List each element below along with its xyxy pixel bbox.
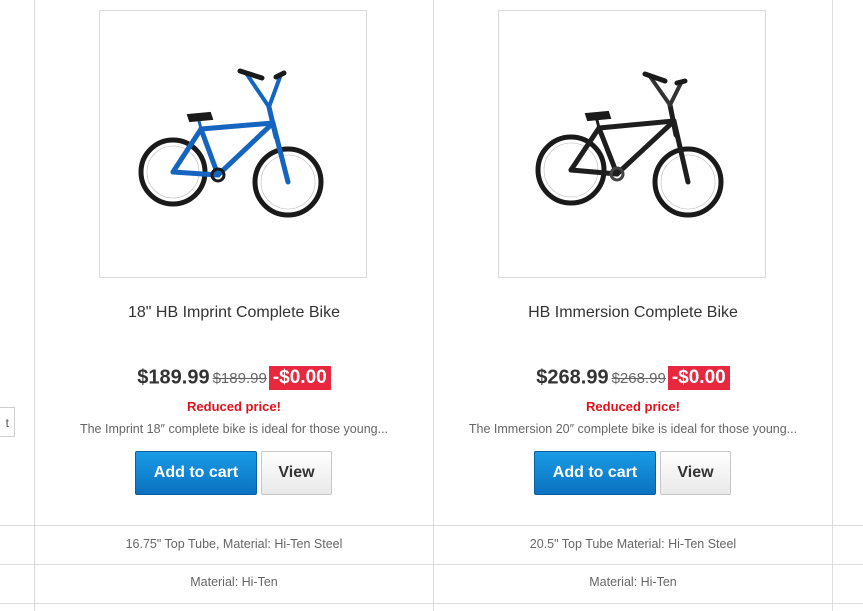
column-divider [832, 0, 833, 611]
view-button[interactable]: View [660, 451, 731, 495]
spec-top-tube: 20.5" Top Tube Material: Hi-Ten Steel [529, 537, 737, 551]
reduced-price-label: Reduced price! [586, 399, 680, 414]
product-price: $189.99 [137, 366, 210, 389]
row-divider [0, 603, 863, 604]
discount-badge: -$0.00 [667, 366, 730, 390]
product-price: $268.99 [536, 366, 609, 389]
old-price: $268.99 [611, 369, 666, 387]
price-row: $189.99 $189.99 -$0.00 [35, 366, 433, 392]
spec-top-tube: 16.75" Top Tube, Material: Hi-Ten Steel [125, 537, 343, 551]
bike-image [138, 68, 324, 218]
row-divider [0, 564, 863, 565]
spec-material: Material: Hi-Ten [589, 575, 677, 589]
product-description: The Imprint 18″ complete bike is ideal f… [79, 422, 389, 436]
old-price: $189.99 [212, 369, 267, 387]
row-divider [0, 525, 863, 526]
product-description: The Immersion 20″ complete bike is ideal… [468, 422, 798, 436]
spec-material: Material: Hi-Ten [190, 575, 278, 589]
side-button[interactable]: t [0, 407, 15, 437]
product-image[interactable] [99, 10, 367, 278]
reduced-price-label: Reduced price! [187, 399, 281, 414]
view-button[interactable]: View [261, 451, 332, 495]
add-to-cart-button[interactable]: Add to cart [534, 451, 656, 495]
discount-badge: -$0.00 [268, 366, 331, 390]
price-row: $268.99 $268.99 -$0.00 [434, 366, 832, 392]
bike-image [535, 71, 724, 218]
product-image[interactable] [498, 10, 766, 278]
product-name[interactable]: HB Immersion Complete Bike [434, 304, 832, 322]
add-to-cart-button[interactable]: Add to cart [135, 451, 257, 495]
product-name[interactable]: 18" HB Imprint Complete Bike [35, 304, 433, 322]
